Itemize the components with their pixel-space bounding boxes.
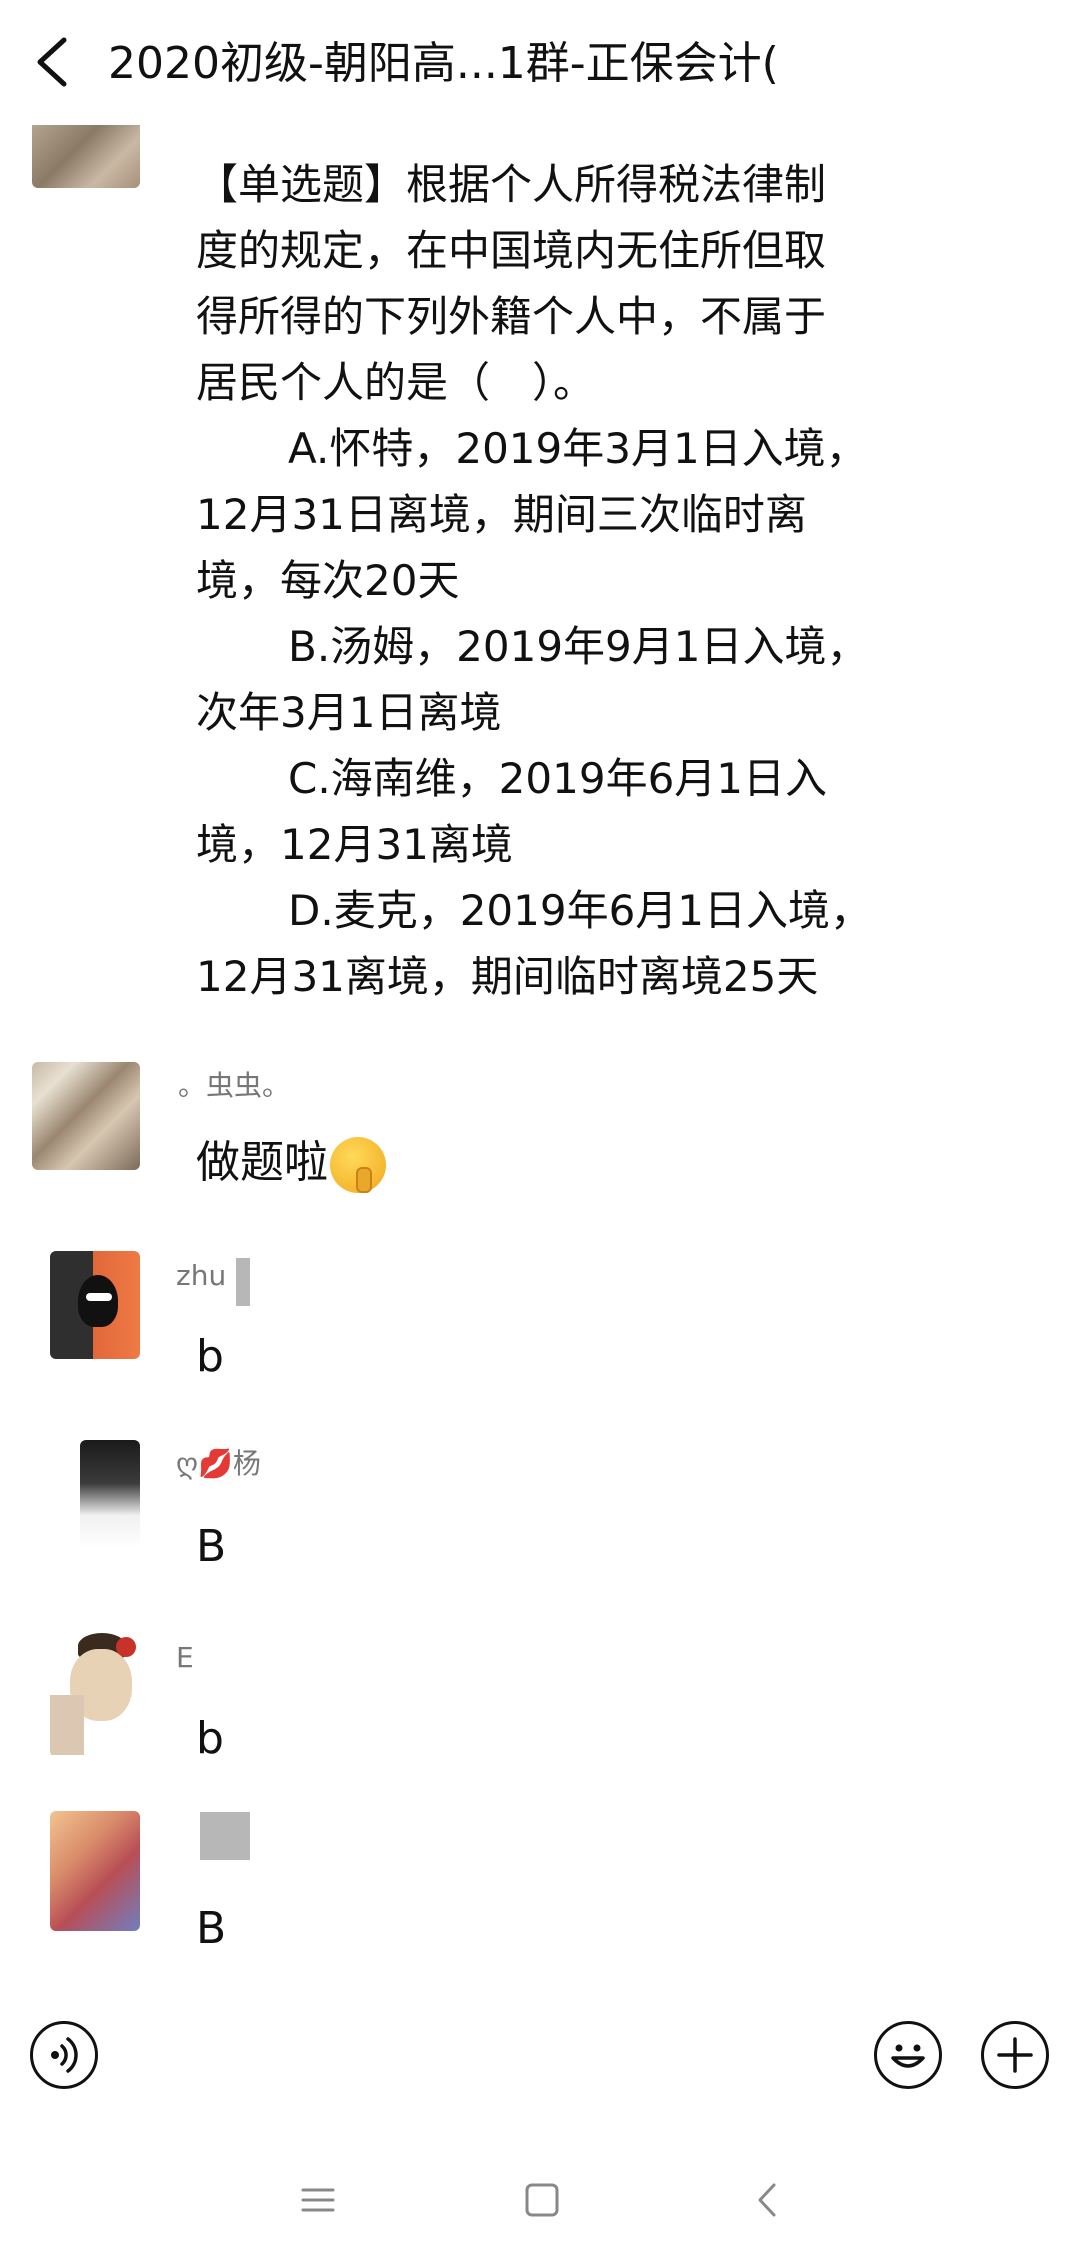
option-line: 12月31日离境，期间三次临时离 <box>196 490 807 539</box>
option-line: 境，每次20天 <box>196 556 460 605</box>
option-line: B.汤姆，2019年9月1日入境， <box>288 622 869 671</box>
avatar[interactable] <box>50 1631 140 1757</box>
message-text: b <box>196 1713 224 1764</box>
option-line: C.海南维，2019年6月1日入 <box>288 754 828 803</box>
message-text: B <box>196 1521 227 1572</box>
option-line: 次年3月1日离境 <box>196 688 502 737</box>
question-line: 度的规定，在中国境内无住所但取 <box>196 226 827 275</box>
avatar[interactable] <box>50 1251 140 1359</box>
avatar-figure <box>116 1637 136 1657</box>
message-text: 【单选题】根据个人所得税法律制 度的规定，在中国境内无住所但取 得所得的下列外籍… <box>196 152 896 1010</box>
question-line: 居民个人的是（ ）。 <box>196 358 596 407</box>
kiss-mark-icon: 💋 <box>198 1447 233 1480</box>
avatar-blur <box>50 1695 84 1755</box>
plus-icon <box>997 2037 1033 2073</box>
emoji-icon <box>891 2044 925 2068</box>
back-arrow-icon[interactable] <box>30 36 76 88</box>
avatar[interactable] <box>32 1062 140 1170</box>
question-line: 【单选题】根据个人所得税法律制 <box>196 160 827 209</box>
message-text: b <box>196 1331 224 1382</box>
home-icon[interactable] <box>522 2180 562 2220</box>
system-nav-bar <box>0 2140 1077 2257</box>
option-line: 境，12月31离境 <box>196 820 513 869</box>
sender-name: 。虫虫。 <box>178 1069 291 1102</box>
back-icon[interactable] <box>748 2180 788 2220</box>
message-text: 做题啦 <box>196 1134 386 1193</box>
option-line: D.麦克，2019年6月1日入境， <box>288 886 873 935</box>
emoji-button[interactable] <box>874 2021 942 2089</box>
avatar[interactable] <box>50 1811 140 1931</box>
sender-prefix: ღ <box>176 1447 199 1480</box>
voice-button[interactable] <box>30 2021 98 2089</box>
chat-title[interactable]: 2020初级-朝阳高...1群-正保会计( <box>108 34 808 94</box>
sender-name: E <box>176 1641 194 1674</box>
more-button[interactable] <box>981 2021 1049 2089</box>
shushing-face-emoji <box>330 1137 386 1193</box>
menu-icon[interactable] <box>298 2180 338 2220</box>
sender-name: zhu <box>176 1259 227 1292</box>
avatar-figure <box>78 1275 118 1327</box>
message-text: B <box>196 1903 227 1954</box>
avatar[interactable] <box>32 125 140 188</box>
chat-input-bar <box>0 1985 1077 2125</box>
message-label: 做题啦 <box>196 1137 328 1188</box>
sender-name: ღ💋杨 <box>176 1446 261 1482</box>
avatar[interactable] <box>80 1440 140 1548</box>
redacted-block <box>236 1258 250 1306</box>
chat-header: 2020初级-朝阳高...1群-正保会计( <box>0 0 1077 125</box>
redacted-block <box>200 1812 250 1860</box>
avatar-figure <box>86 1293 112 1301</box>
voice-icon <box>51 2037 78 2073</box>
question-line: 得所得的下列外籍个人中，不属于 <box>196 292 827 341</box>
option-line: 12月31离境，期间临时离境25天 <box>196 952 819 1001</box>
option-line: A.怀特，2019年3月1日入境， <box>288 424 868 473</box>
chat-screen: 2020初级-朝阳高...1群-正保会计( 【单选题】根据个人所得税法律制 度的… <box>0 0 1077 2257</box>
sender-suffix: 杨 <box>232 1447 261 1480</box>
